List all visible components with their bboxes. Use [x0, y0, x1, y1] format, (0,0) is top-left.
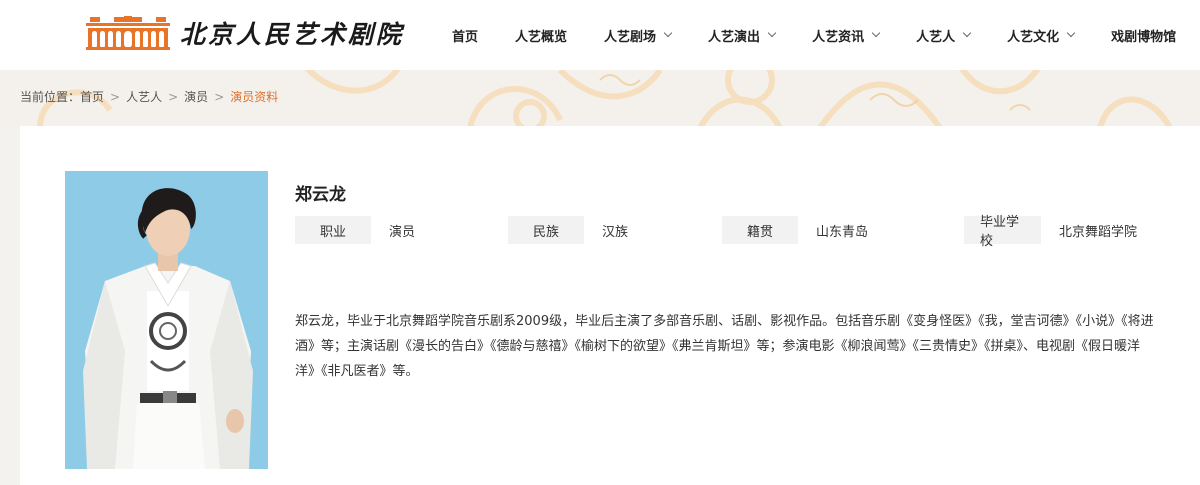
site-logo-text: 北京人民艺术剧院 [180, 20, 405, 49]
nav-item-label: 人艺文化 [1007, 29, 1060, 45]
info-value: 山东青岛 [816, 224, 869, 240]
chevron-right-icon: > [214, 89, 225, 104]
info-label: 职业 [295, 216, 371, 244]
breadcrumb-link-actors[interactable]: 演员 [184, 88, 208, 105]
breadcrumb: 当前位置： 首页 > 人艺人 > 演员 > 演员资料 [20, 88, 278, 105]
nav-item-culture[interactable]: 人艺文化 [1007, 26, 1076, 45]
nav-item-theatres[interactable]: 人艺剧场 [604, 26, 673, 45]
nav-item-label: 戏剧博物馆 [1111, 29, 1177, 45]
info-hometown: 籍贯 山东青岛 [722, 216, 868, 244]
actor-bio: 郑云龙，毕业于北京舞蹈学院音乐剧系2009级，毕业后主演了多部音乐剧、话剧、影视… [295, 314, 1154, 379]
info-label: 毕业学校 [964, 215, 1041, 249]
chevron-down-icon [962, 28, 972, 38]
chevron-down-icon [1066, 28, 1076, 38]
main-nav: 首页 人艺概览 人艺剧场 人艺演出 人艺资讯 人艺人 人艺文化 戏剧博物馆 [452, 0, 1176, 70]
breadcrumb-link-people[interactable]: 人艺人 [126, 88, 162, 105]
actor-name: 郑云龙 [295, 185, 346, 205]
nav-item-label: 首页 [452, 29, 479, 45]
nav-item-people[interactable]: 人艺人 [916, 26, 972, 45]
breadcrumb-prefix: 当前位置： [20, 90, 81, 104]
nav-item-label: 人艺剧场 [604, 29, 657, 45]
info-occupation: 职业 演员 [295, 216, 415, 244]
info-label: 民族 [508, 216, 584, 244]
site-header: 北京人民艺术剧院 首页 人艺概览 人艺剧场 人艺演出 人艺资讯 人艺人 人艺文化 [0, 0, 1200, 70]
nav-item-museum[interactable]: 戏剧博物馆 [1111, 26, 1176, 45]
site-logo[interactable]: 北京人民艺术剧院 [86, 16, 404, 50]
nav-item-news[interactable]: 人艺资讯 [812, 26, 881, 45]
info-value: 北京舞蹈学院 [1059, 224, 1138, 240]
nav-item-label: 人艺人 [916, 29, 956, 45]
info-school: 毕业学校 北京舞蹈学院 [964, 215, 1138, 249]
theatre-building-logo-icon [86, 16, 170, 50]
nav-item-performances[interactable]: 人艺演出 [708, 26, 777, 45]
chevron-down-icon [663, 28, 673, 38]
info-ethnicity: 民族 汉族 [508, 216, 628, 244]
nav-item-label: 人艺概览 [515, 29, 568, 45]
chevron-down-icon [871, 28, 881, 38]
actor-photo [65, 171, 268, 469]
chevron-right-icon: > [168, 89, 179, 104]
breadcrumb-band: 当前位置： 首页 > 人艺人 > 演员 > 演员资料 [0, 70, 1200, 128]
nav-item-overview[interactable]: 人艺概览 [515, 26, 567, 45]
nav-item-home[interactable]: 首页 [452, 26, 478, 45]
profile-card: 郑云龙 职业 演员 民族 汉族 籍贯 山东青岛 毕业学校 北京舞蹈学院 郑云龙，… [20, 126, 1200, 485]
chevron-right-icon: > [110, 89, 121, 104]
info-value: 汉族 [602, 224, 629, 240]
nav-item-label: 人艺资讯 [812, 29, 865, 45]
info-label: 籍贯 [722, 216, 798, 244]
actor-portrait-image [65, 171, 268, 469]
breadcrumb-current: 演员资料 [230, 90, 279, 104]
breadcrumb-link-home[interactable]: 首页 [80, 88, 104, 105]
nav-item-label: 人艺演出 [708, 29, 761, 45]
info-value: 演员 [389, 224, 416, 240]
chevron-down-icon [767, 28, 777, 38]
